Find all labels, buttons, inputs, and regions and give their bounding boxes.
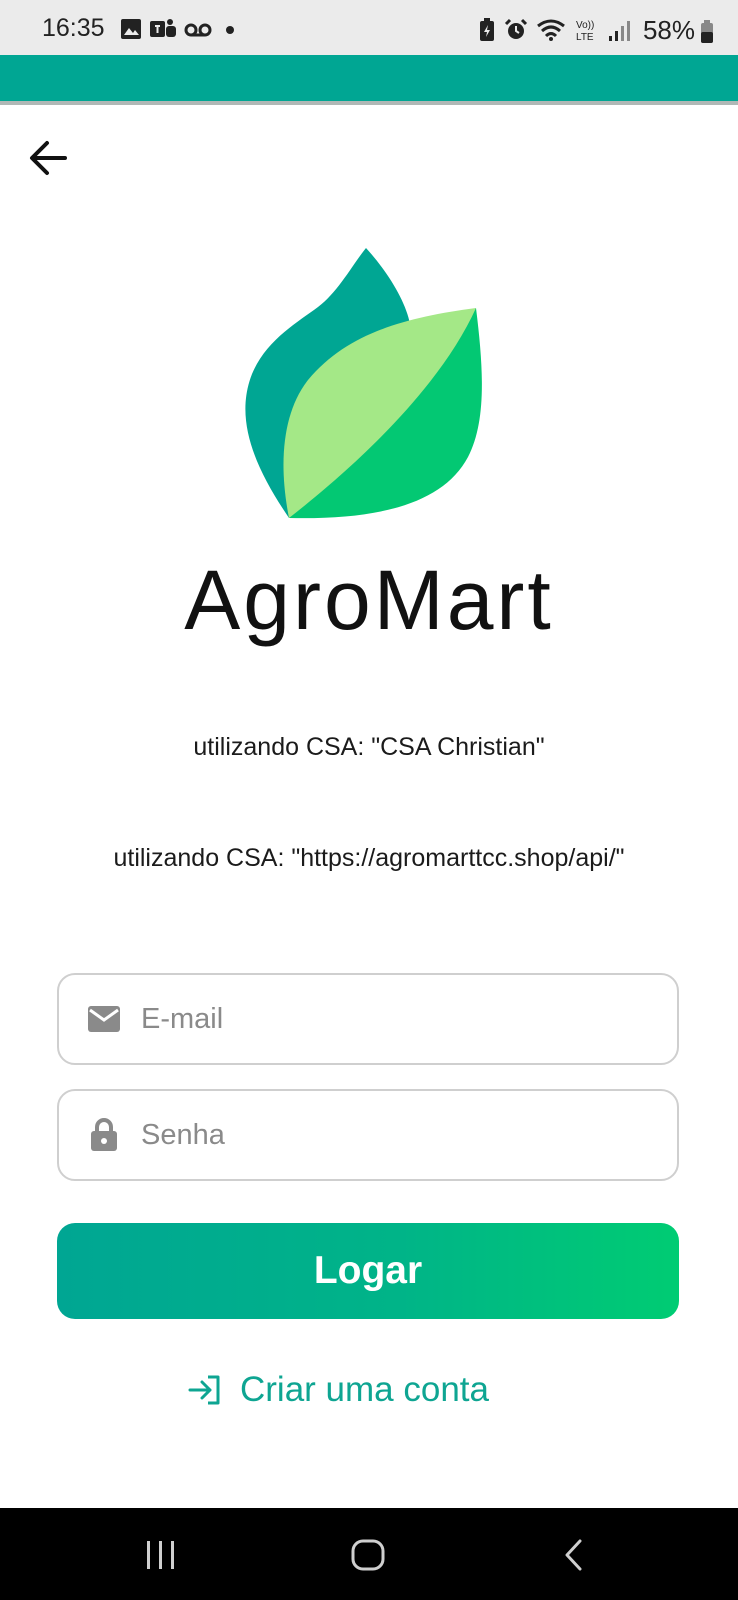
status-time: 16:35 [42,14,105,42]
signal-icon [609,21,630,41]
brand-name: AgroMart [184,553,554,647]
home-button[interactable] [350,1538,386,1577]
navigation-bar [0,1508,738,1600]
lock-icon [87,1118,121,1152]
create-account-link[interactable]: Criar uma conta [188,1370,489,1410]
email-field[interactable] [57,973,679,1065]
battery-icon [701,20,713,43]
agromart-logo [245,248,482,519]
teams-icon [150,19,176,37]
login-arrow-icon [188,1374,222,1406]
arrow-left-icon [30,141,67,175]
status-left-icons [120,18,241,40]
dot-icon [226,26,234,34]
status-bar: 16:35 Vo)) LTE 58% [0,0,738,55]
recents-button[interactable] [144,1538,178,1577]
back-icon [565,1539,582,1571]
home-icon [351,1539,385,1571]
svg-text:Vo)): Vo)) [576,20,594,31]
svg-text:LTE: LTE [576,32,594,42]
csa-name-text: utilizando CSA: "CSA Christian" [193,733,545,761]
battery-saver-icon [480,18,494,41]
csa-url-text: utilizando CSA: "https://agromarttcc.sho… [113,844,625,872]
alarm-icon [504,18,528,39]
volte-icon: Vo))LTE [576,20,594,42]
login-button[interactable]: Logar [57,1223,679,1319]
voicemail-icon [184,23,212,37]
image-icon [121,19,141,39]
back-button[interactable] [24,134,72,182]
battery-percent: 58% [642,15,695,45]
create-account-label: Criar uma conta [240,1370,489,1409]
recents-icon [147,1541,174,1569]
nav-back-button[interactable] [562,1538,586,1577]
app-bar [0,55,738,105]
email-input[interactable] [139,1001,623,1037]
mail-icon [87,1005,121,1033]
password-input[interactable] [139,1117,623,1153]
wifi-icon [537,19,565,41]
password-field[interactable] [57,1089,679,1181]
status-right-icons: Vo)) LTE [478,18,630,42]
